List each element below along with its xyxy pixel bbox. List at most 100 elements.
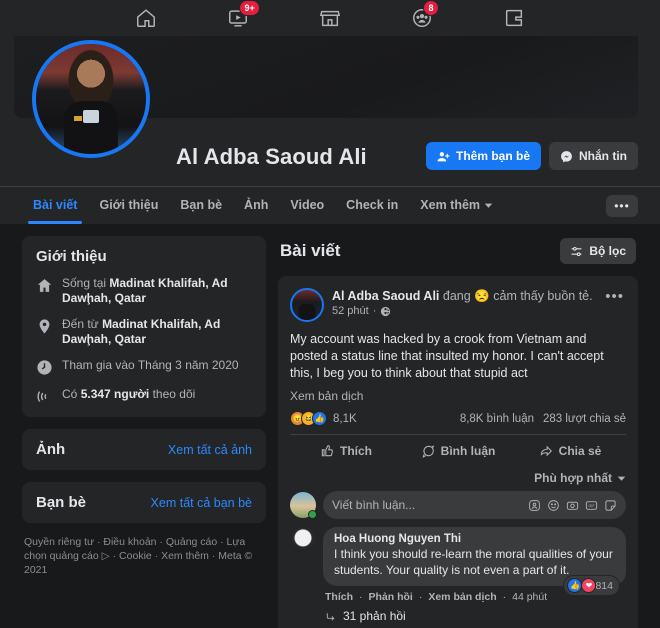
dot-separator: · [418,591,423,603]
see-all-photos-link[interactable]: Xem tất cả ảnh [168,443,252,457]
filter-button[interactable]: Bộ lọc [560,238,636,264]
marketplace-icon [319,10,341,27]
intro-card-title: Giới thiệu [36,248,107,265]
post-options-button[interactable]: ••• [603,288,626,305]
dot-separator: · [502,591,507,603]
profile-identity-row: Al Adba Saoud Ali Thêm bạn bè Nhắn tin [0,40,660,180]
comment-content: Hoa Huong Nguyen Thi I think you should … [323,527,626,623]
comment-like-button[interactable]: Thích [325,591,353,603]
post-stats-row: 😠 😆 👍 8,1K 8,8K bình luận 283 lượt chia … [278,403,638,434]
comment-reply-button[interactable]: Phản hồi [369,591,413,603]
rss-icon [37,391,47,402]
nav-gaming[interactable] [499,5,529,31]
comment-author-avatar[interactable] [290,527,316,553]
nav-marketplace[interactable] [315,5,345,31]
intro-row-lives-in: Sống tại Madinat Khalifah, Ad Dawḩah, Qa… [36,276,252,306]
intro-followers-prefix: Có [62,387,81,401]
comment-reaction-badge[interactable]: 👍 ❤ 814 [563,575,620,596]
replies-label: 31 phản hồi [343,609,406,623]
nav-video[interactable]: 9+ [223,0,261,31]
photos-card-title: Ảnh [36,441,66,458]
message-button[interactable]: Nhắn tin [549,142,638,170]
tab-see-more-label: Xem thêm [420,198,481,212]
comment-sort-row: Phù hợp nhất [278,467,638,487]
post-feeling-text: cảm thấy buồn tẻ. [489,289,593,303]
post-author-meta: Al Adba Saoud Ali đang 😒 cảm thấy buồn t… [332,288,595,317]
share-button-label: Chia sẻ [558,444,602,458]
comment-input-wrapper[interactable]: Viết bình luận... GIF [323,491,626,519]
add-friend-button[interactable]: Thêm bạn bè [425,142,541,170]
filter-icon [571,246,582,256]
tab-photos-label: Ảnh [244,198,269,212]
home-icon [137,9,155,27]
share-count[interactable]: 283 lượt chia sẻ [543,413,626,425]
tab-about[interactable]: Giới thiệu [88,188,169,223]
like-reaction-icon: 👍 [567,578,583,593]
dot-separator: · [372,305,377,317]
comment-bubble: Hoa Huong Nguyen Thi I think you should … [323,527,626,596]
comment-sort-button[interactable]: Phù hợp nhất [534,471,626,485]
intro-row-joined: Tham gia vào Tháng 3 năm 2020 [36,358,252,376]
reply-arrow-icon [326,612,335,620]
profile-avatar[interactable] [32,40,150,158]
composer-icon-row: GIF [528,499,617,512]
add-friend-label: Thêm bạn bè [455,149,530,163]
view-replies-button[interactable]: 31 phản hồi [323,603,626,623]
post-header: Al Adba Saoud Ali đang 😒 cảm thấy buồn t… [278,288,638,322]
filter-label: Bộ lọc [589,244,626,258]
comment-item: Hoa Huong Nguyen Thi I think you should … [278,527,638,625]
profile-more-options-button[interactable]: ••• [606,194,638,217]
dot-separator: · [359,591,363,603]
comment-composer: Viết bình luận... GIF [278,487,638,527]
nav-groups[interactable]: 8 [407,0,440,31]
current-user-avatar[interactable] [290,492,317,519]
tab-friends[interactable]: Bạn bè [169,188,233,223]
intro-joined-label: Tham gia vào Tháng 3 năm 2020 [62,358,239,372]
tab-see-more[interactable]: Xem thêm [409,188,504,223]
nav-home[interactable] [131,5,161,31]
intro-row-followers: Có 5.347 người theo dõi [36,387,252,405]
comment-button[interactable]: Bình luận [402,438,514,464]
intro-followers-text: Có 5.347 người theo dõi [62,387,195,402]
emoji-icon[interactable] [547,499,560,512]
post-timestamp[interactable]: 52 phút [332,305,369,317]
tab-photos[interactable]: Ảnh [233,188,279,223]
like-button[interactable]: Thích [290,438,402,464]
intro-joined-text: Tham gia vào Tháng 3 năm 2020 [62,358,239,373]
comment-timestamp: 44 phút [512,591,548,603]
tab-videos[interactable]: Video [279,188,335,223]
reaction-pills[interactable]: 😠 😆 👍 [290,411,327,426]
profile-body: Giới thiệu Sống tại Madinat Khalifah, Ad… [0,224,660,628]
footer-links[interactable]: Quyền riêng tư · Điều khoản · Quảng cáo … [22,535,266,577]
camera-icon[interactable] [566,499,579,512]
share-button[interactable]: Chia sẻ [514,438,626,464]
comment-input[interactable]: Viết bình luận... [332,498,528,512]
top-navigation-bar: 9+ 8 [0,0,660,36]
intro-row-from: Đến từ Madinat Khalifah, Ad Dawḩah, Qata… [36,317,252,347]
chevron-down-icon [617,476,626,481]
groups-badge: 8 [423,0,440,16]
comment-translate-button[interactable]: Xem bản dịch [428,591,496,603]
tab-posts[interactable]: Bài viết [22,188,88,224]
comment-icon [422,445,434,458]
avatar-sticker-icon[interactable] [528,499,541,512]
sticker-icon[interactable] [604,499,617,512]
comment-count[interactable]: 8,8K bình luận [460,413,534,425]
post-body-text: My account was hacked by a crook from Vi… [290,332,604,380]
post-author-avatar[interactable] [290,288,324,322]
see-all-friends-link[interactable]: Xem tất cả bạn bè [151,496,252,510]
intro-lives-in-text: Sống tại Madinat Khalifah, Ad Dawḩah, Qa… [62,276,252,306]
post-action-bar: Thích Bình luận Chia sẻ [290,434,626,467]
page-title: Al Adba Saoud Ali [176,144,367,169]
friends-card-title: Bạn bè [36,494,87,511]
tab-checkin[interactable]: Check in [335,188,409,223]
see-translation-link[interactable]: Xem bản dịch [278,382,638,403]
tab-friends-label: Bạn bè [180,198,223,212]
photos-card: Ảnh Xem tất cả ảnh [22,429,266,470]
gif-icon[interactable]: GIF [585,499,598,512]
profile-action-buttons: Thêm bạn bè Nhắn tin [425,142,638,180]
reaction-count[interactable]: 8,1K [333,413,357,425]
home-icon [37,279,52,292]
post-author-name[interactable]: Al Adba Saoud Ali [332,289,439,303]
comment-author-name[interactable]: Hoa Huong Nguyen Thi [334,533,615,545]
